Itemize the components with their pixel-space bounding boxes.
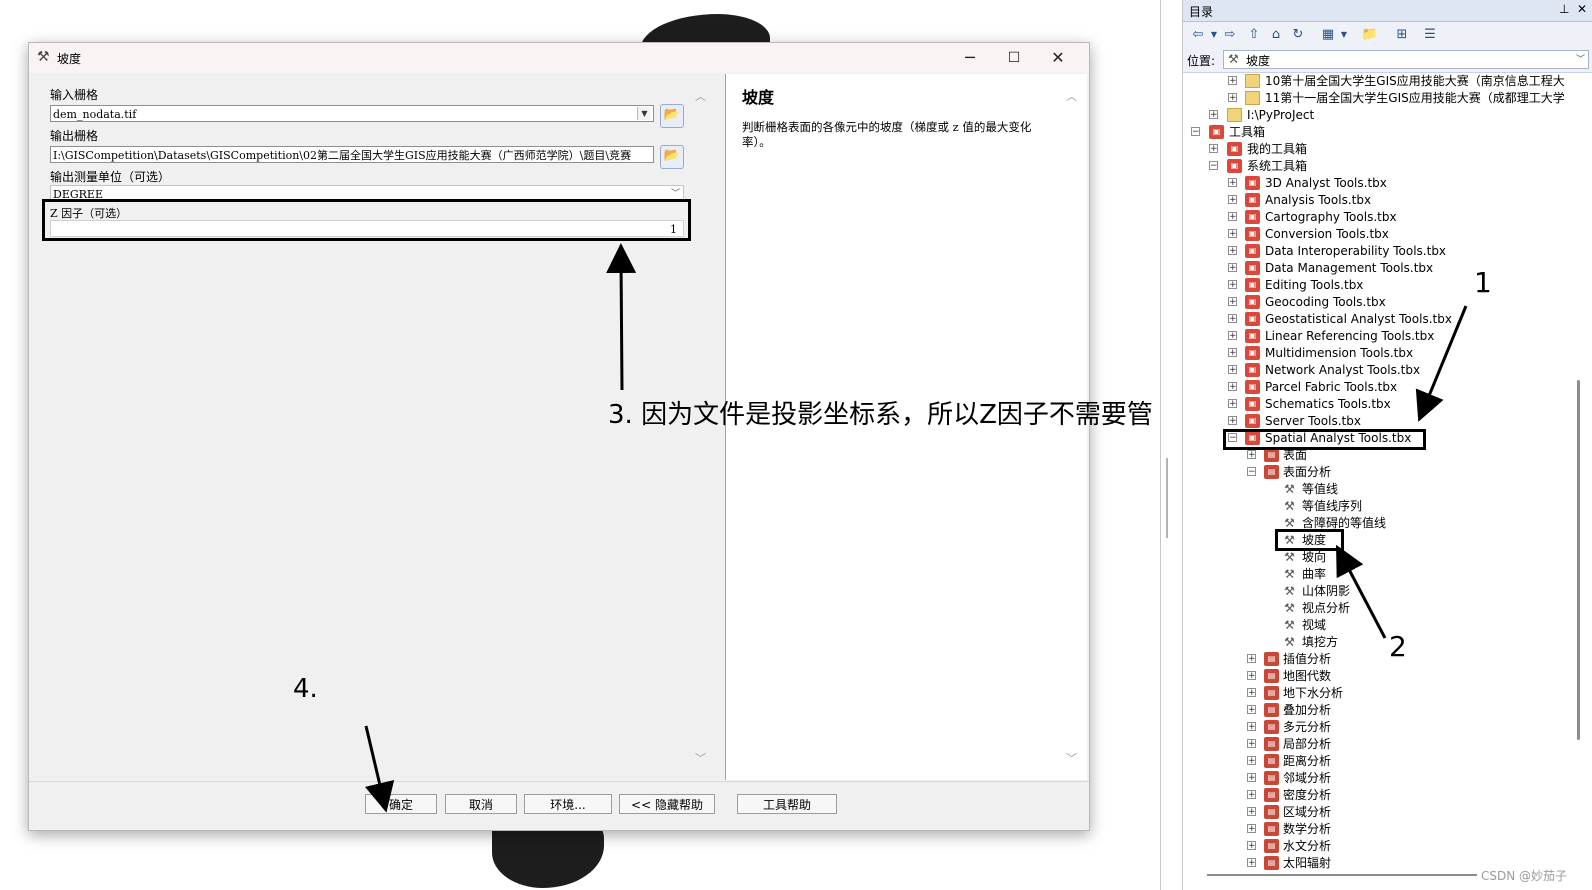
annotation-step2: 2 <box>1389 630 1407 663</box>
annotation-step3: 3. 因为文件是投影坐标系，所以Z因子不需要管 <box>608 400 1153 430</box>
arrow-step1 <box>1415 305 1468 422</box>
annotation-arrows <box>364 243 1468 813</box>
arrow-step4 <box>364 725 395 813</box>
annotation-step4: 4. <box>293 674 318 704</box>
annotation-step1: 1 <box>1474 266 1492 299</box>
arrow-step2 <box>1336 544 1387 639</box>
arrow-step3 <box>606 243 637 391</box>
